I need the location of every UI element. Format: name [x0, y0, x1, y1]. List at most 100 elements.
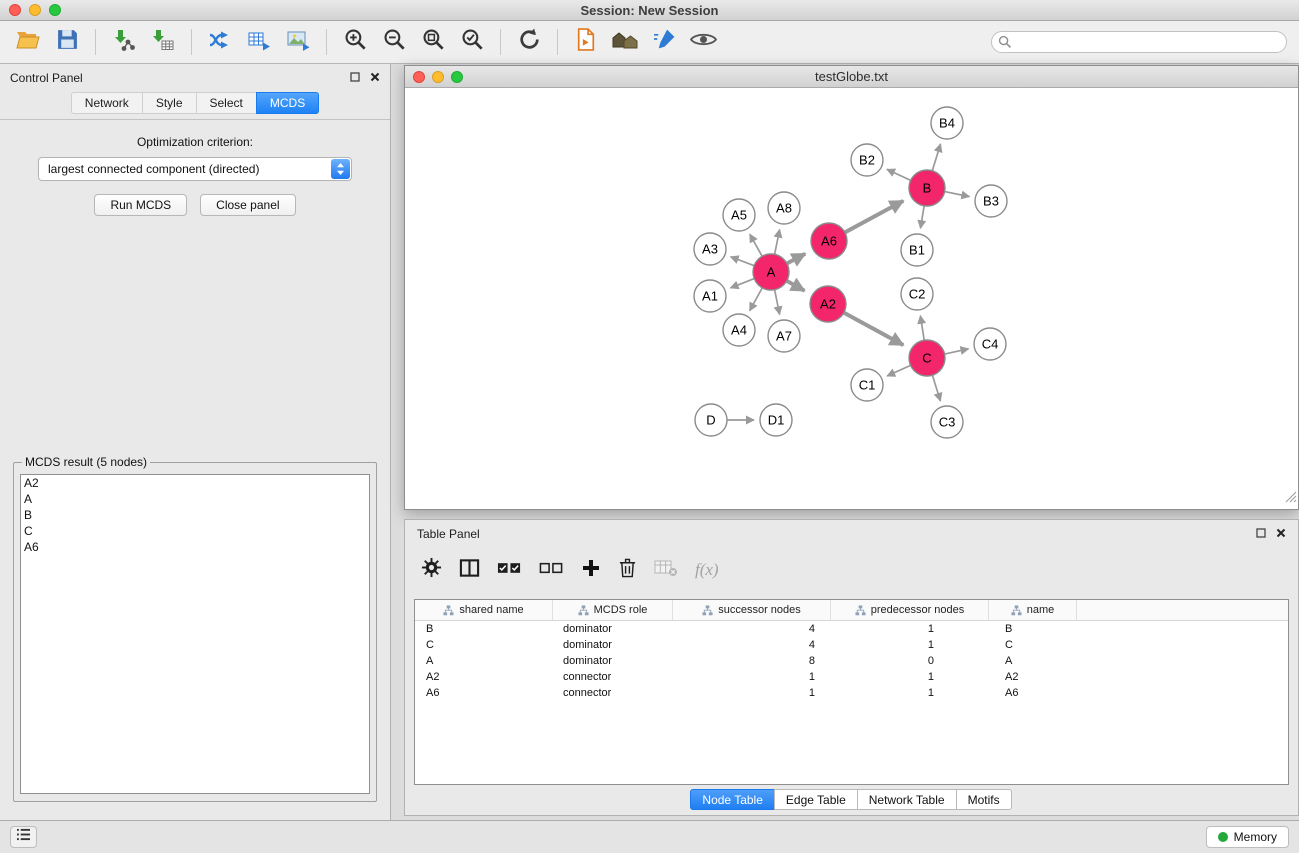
- table-cell: 1: [831, 685, 989, 701]
- graph-edge-A-A3[interactable]: [731, 257, 755, 266]
- graph-node-label: B2: [859, 153, 875, 168]
- show-hide-button[interactable]: [685, 24, 721, 60]
- close-table-panel-button[interactable]: [1276, 527, 1286, 541]
- result-item[interactable]: A2: [21, 475, 369, 491]
- tab-motifs[interactable]: Motifs: [956, 789, 1012, 810]
- run-mcds-button[interactable]: Run MCDS: [94, 194, 187, 216]
- export-network-button[interactable]: [202, 24, 238, 60]
- tab-style[interactable]: Style: [142, 92, 196, 114]
- graph-edge-C-C2[interactable]: [920, 316, 924, 340]
- table-row[interactable]: Cdominator41C: [415, 637, 1288, 653]
- mcds-result-list[interactable]: A2ABCA6: [20, 474, 370, 794]
- export-table-icon: [246, 28, 272, 57]
- graph-edge-A-A6[interactable]: [787, 254, 805, 264]
- eye-icon: [690, 30, 717, 54]
- result-item[interactable]: A: [21, 491, 369, 507]
- search-input[interactable]: [991, 31, 1287, 53]
- column-header-shared-name[interactable]: shared name: [415, 600, 553, 620]
- graph-edge-B-B4[interactable]: [932, 144, 940, 171]
- tab-node-table[interactable]: Node Table: [690, 789, 775, 810]
- neighbors-button[interactable]: [607, 24, 643, 60]
- tab-network[interactable]: Network: [71, 92, 142, 114]
- table-settings-button[interactable]: [421, 557, 442, 583]
- close-button[interactable]: [9, 4, 21, 16]
- float-table-panel-button[interactable]: [1256, 527, 1266, 541]
- table-row[interactable]: Adominator80A: [415, 653, 1288, 669]
- zoom-window-button[interactable]: [49, 4, 61, 16]
- snapshot-button[interactable]: [568, 24, 604, 60]
- main-toolbar: [0, 21, 1299, 64]
- zoom-selected-icon: [460, 27, 485, 57]
- float-panel-button[interactable]: [350, 71, 360, 85]
- column-type-icon: [702, 605, 713, 616]
- criterion-dropdown[interactable]: largest connected component (directed): [38, 157, 352, 181]
- graph-edge-A-A7[interactable]: [775, 290, 780, 315]
- graph-edge-A-A2[interactable]: [787, 281, 805, 291]
- style-tools-button[interactable]: [646, 24, 682, 60]
- graph-edge-C-C3[interactable]: [932, 375, 940, 401]
- graph-edge-A-A1[interactable]: [730, 279, 754, 288]
- export-table-button[interactable]: [241, 24, 277, 60]
- open-session-button[interactable]: [10, 24, 46, 60]
- tab-select[interactable]: Select: [196, 92, 256, 114]
- zoom-selected-button[interactable]: [454, 24, 490, 60]
- table-cell: dominator: [553, 653, 673, 669]
- graph-edge-B-B3[interactable]: [945, 192, 970, 197]
- network-minimize-button[interactable]: [432, 71, 444, 83]
- network-canvas[interactable]: B4B2BB3A8A5A6A3B1AC2A1A2A4A7C4CC1C3DD1: [405, 88, 1298, 509]
- column-header-predecessor-nodes[interactable]: predecessor nodes: [831, 600, 989, 620]
- delete-column-button[interactable]: [618, 557, 637, 583]
- table-row[interactable]: A6connector11A6: [415, 685, 1288, 701]
- column-header-name[interactable]: name: [989, 600, 1077, 620]
- graph-edge-A6-B[interactable]: [845, 201, 903, 233]
- resize-grip[interactable]: [1284, 490, 1297, 508]
- result-item[interactable]: B: [21, 507, 369, 523]
- zoom-in-button[interactable]: [337, 24, 373, 60]
- delete-table-button[interactable]: [654, 559, 678, 582]
- close-panel-button2[interactable]: Close panel: [200, 194, 295, 216]
- tab-network-table[interactable]: Network Table: [857, 789, 957, 810]
- minimize-button[interactable]: [29, 4, 41, 16]
- graph-edge-B-B1[interactable]: [921, 206, 925, 229]
- graph-edge-C-C1[interactable]: [887, 365, 911, 376]
- tab-mcds[interactable]: MCDS: [256, 92, 319, 114]
- graph-node-label: B: [923, 181, 932, 196]
- memory-button[interactable]: Memory: [1206, 826, 1289, 848]
- refresh-icon: [517, 27, 542, 57]
- result-item[interactable]: C: [21, 523, 369, 539]
- result-item[interactable]: A6: [21, 539, 369, 555]
- column-header-successor-nodes[interactable]: successor nodes: [673, 600, 831, 620]
- import-network-button[interactable]: [106, 24, 142, 60]
- graph-edge-A-A8[interactable]: [775, 230, 780, 255]
- task-history-button[interactable]: [10, 826, 37, 848]
- graph-edge-A-A5[interactable]: [750, 234, 762, 256]
- graph-node-label: A6: [821, 234, 837, 249]
- graph-node-label: B1: [909, 243, 925, 258]
- zoom-out-button[interactable]: [376, 24, 412, 60]
- control-panel-title: Control Panel: [10, 71, 83, 85]
- network-close-button[interactable]: [413, 71, 425, 83]
- graph-edge-C-C4[interactable]: [945, 349, 969, 354]
- column-layout-button[interactable]: [459, 558, 480, 583]
- close-panel-button[interactable]: [370, 71, 380, 85]
- graph-edge-A-A4[interactable]: [750, 288, 763, 311]
- deselect-all-button[interactable]: [539, 560, 564, 581]
- table-row[interactable]: Bdominator41B: [415, 621, 1288, 637]
- graph-edge-A2-C[interactable]: [844, 313, 903, 345]
- import-table-button[interactable]: [145, 24, 181, 60]
- table-cell: B: [415, 621, 553, 637]
- function-builder-button[interactable]: f(x): [695, 560, 719, 580]
- add-column-button[interactable]: [581, 558, 601, 583]
- export-image-button[interactable]: [280, 24, 316, 60]
- network-zoom-button[interactable]: [451, 71, 463, 83]
- node-table: shared nameMCDS rolesuccessor nodesprede…: [414, 599, 1289, 785]
- table-cell: dominator: [553, 621, 673, 637]
- select-all-button[interactable]: [497, 560, 522, 581]
- save-session-button[interactable]: [49, 24, 85, 60]
- table-row[interactable]: A2connector11A2: [415, 669, 1288, 685]
- tab-edge-table[interactable]: Edge Table: [774, 789, 858, 810]
- apply-layout-button[interactable]: [511, 24, 547, 60]
- graph-edge-B-B2[interactable]: [887, 169, 911, 180]
- column-header-MCDS-role[interactable]: MCDS role: [553, 600, 673, 620]
- zoom-fit-button[interactable]: [415, 24, 451, 60]
